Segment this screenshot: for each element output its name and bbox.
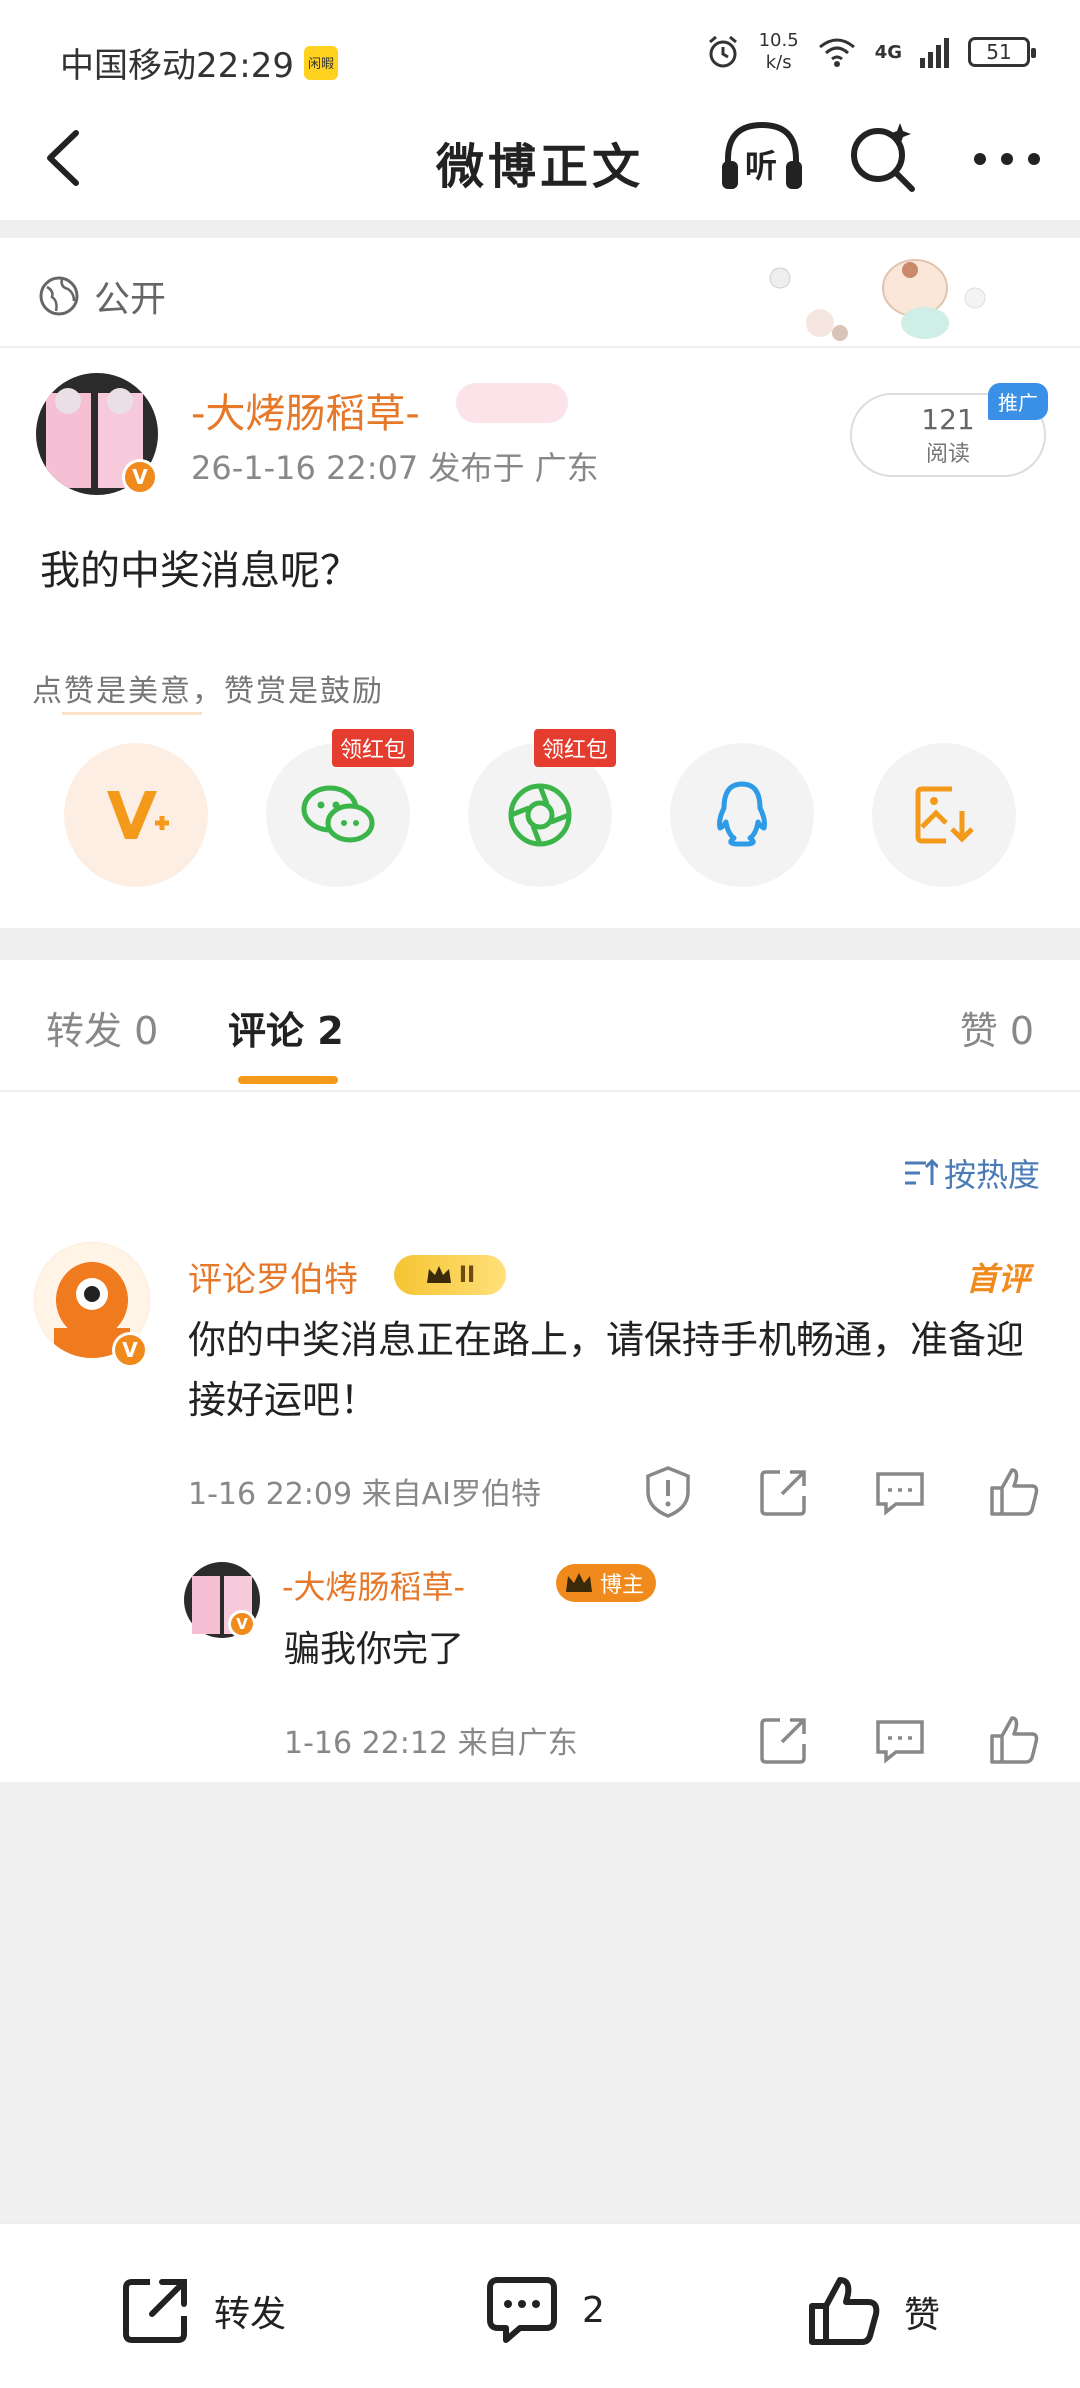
chevron-left-icon [47, 130, 79, 186]
comment-count: 2 [582, 2289, 605, 2331]
like-label: 赞 [904, 2295, 941, 2336]
post-card: 公开 V -大烤肠稻草- 26-1-16 22:07 发布于 广东 121 阅读… [0, 238, 1080, 928]
signal-icon [920, 38, 949, 68]
share-qq-button[interactable] [670, 743, 814, 887]
comment-icon [487, 2277, 557, 2343]
praise-underline [62, 712, 202, 715]
author-row: V -大烤肠稻草- 26-1-16 22:07 发布于 广东 121 阅读 推广 [36, 373, 1048, 513]
blogger-badge: 博主 [556, 1564, 657, 1602]
author-name[interactable]: -大烤肠稻草- [191, 381, 420, 439]
save-image-icon [915, 786, 974, 844]
hongbao-badge: 领红包 [332, 729, 415, 767]
carrier-time: 中国移动22:29 闲暇 [60, 38, 338, 87]
battery-icon: 51 [968, 37, 1036, 67]
reward-v-icon [107, 791, 169, 839]
post-text: 我的中奖消息呢？ [40, 548, 360, 594]
net-speed: 10.5 k/s [759, 30, 799, 74]
share-moments-button[interactable]: 领红包 [468, 729, 617, 887]
read-label: 阅读 [925, 442, 970, 467]
first-comment-tag: 首评 [965, 1260, 1030, 1298]
repost-label: 转发 [214, 2294, 287, 2335]
repost-button[interactable]: 转发 [118, 2274, 286, 2348]
verified-badge-icon: V [112, 1332, 148, 1368]
app-notification-icon: 闲暇 [303, 45, 338, 80]
share-reply-icon[interactable] [756, 1712, 812, 1768]
sort-icon [904, 1158, 938, 1185]
wechat-icon [301, 785, 375, 843]
visibility-label: 公开 [38, 270, 166, 322]
status-indicators: 10.5 k/s 4G 51 [705, 30, 1036, 74]
nav-bar: 微博正文 听 [0, 95, 1080, 220]
comment-text: 你的中奖消息正在路上，请保持手机畅通，准备迎接好运吧！ [188, 1318, 1025, 1422]
like-comment-icon[interactable] [986, 1464, 1042, 1520]
comment-list: 按热度 V 评论罗伯特 II 首评 你的中奖消息正在路上，请保持手机畅通，准备迎… [0, 1092, 1080, 1782]
search-icon [851, 123, 915, 192]
moments-icon [508, 783, 572, 847]
reply-reply-icon[interactable] [872, 1712, 928, 1768]
name-decoration-badge [456, 383, 568, 423]
reply-text: 骗我你完了 [284, 1629, 465, 1670]
back-button[interactable] [36, 123, 96, 193]
report-shield-icon[interactable] [640, 1464, 696, 1520]
visibility-row: 公开 [0, 238, 1080, 348]
reply-author-name[interactable]: -大烤肠稻草- [282, 1562, 465, 1608]
verified-badge-icon: V [122, 459, 158, 495]
comment-button[interactable]: 2 [484, 2274, 605, 2346]
search-button[interactable] [842, 117, 922, 197]
divider [0, 928, 1080, 960]
reply-meta: 1-16 22:12 来自广东 [284, 1726, 578, 1761]
sort-button[interactable]: 按热度 [902, 1150, 1040, 1196]
commenter-name[interactable]: 评论罗伯特 [188, 1252, 358, 1301]
reply-comment-icon[interactable] [872, 1464, 928, 1520]
hongbao-badge: 领红包 [534, 729, 617, 767]
carrier-time-text: 中国移动22:29 [60, 46, 294, 86]
qq-icon [717, 781, 767, 847]
bottom-action-bar: 转发 2 赞 [0, 2222, 1080, 2388]
blogger-badge-text: 博主 [600, 1573, 645, 1598]
tab-comment[interactable]: 评论 2 [228, 1000, 344, 1055]
promote-badge: 推广 [988, 383, 1048, 420]
net-speed-unit: k/s [765, 52, 792, 73]
share-wechat-button[interactable]: 领红包 [266, 729, 415, 887]
listen-label: 听 [745, 147, 778, 185]
network-type: 4G [874, 41, 902, 63]
read-count-pill[interactable]: 121 阅读 推广 [850, 383, 1048, 477]
listen-button[interactable]: 听 [718, 117, 806, 197]
post-meta: 26-1-16 22:07 发布于 广东 [191, 449, 599, 487]
share-comment-icon[interactable] [756, 1464, 812, 1520]
verified-badge-icon: V [228, 1610, 256, 1638]
like-button[interactable]: 赞 [806, 2274, 940, 2350]
net-speed-value: 10.5 [758, 30, 799, 51]
divider [0, 220, 1080, 238]
tab-repost[interactable]: 转发 0 [46, 1000, 158, 1055]
tab-like[interactable]: 赞 0 [960, 1000, 1034, 1055]
save-image-button[interactable] [872, 743, 1016, 887]
user-level-badge: II [394, 1255, 506, 1295]
like-icon [809, 2277, 880, 2345]
more-button[interactable] [962, 117, 1052, 197]
comment-meta: 1-16 22:09 来自AI罗伯特 [188, 1477, 541, 1512]
crown-icon [566, 1573, 592, 1592]
decoration-sticker [769, 259, 986, 341]
sort-label: 按热度 [943, 1156, 1040, 1194]
praise-line: 点赞是美意，赞赏是鼓励 [32, 674, 384, 709]
repost-icon [123, 2279, 187, 2343]
like-reply-icon[interactable] [986, 1712, 1042, 1768]
reward-button[interactable] [64, 743, 208, 887]
tab-bar: 转发 0 评论 2 赞 0 [0, 960, 1080, 1092]
battery-level: 51 [986, 40, 1012, 64]
visibility-text: 公开 [94, 279, 167, 320]
crown-icon [426, 1266, 451, 1283]
active-tab-indicator [238, 1076, 338, 1084]
more-dots-icon [974, 153, 1040, 165]
user-level-text: II [458, 1262, 476, 1288]
wifi-icon [818, 38, 855, 67]
globe-icon [39, 276, 79, 316]
share-row: 领红包 领红包 [0, 729, 1080, 893]
alarm-icon [708, 35, 737, 68]
